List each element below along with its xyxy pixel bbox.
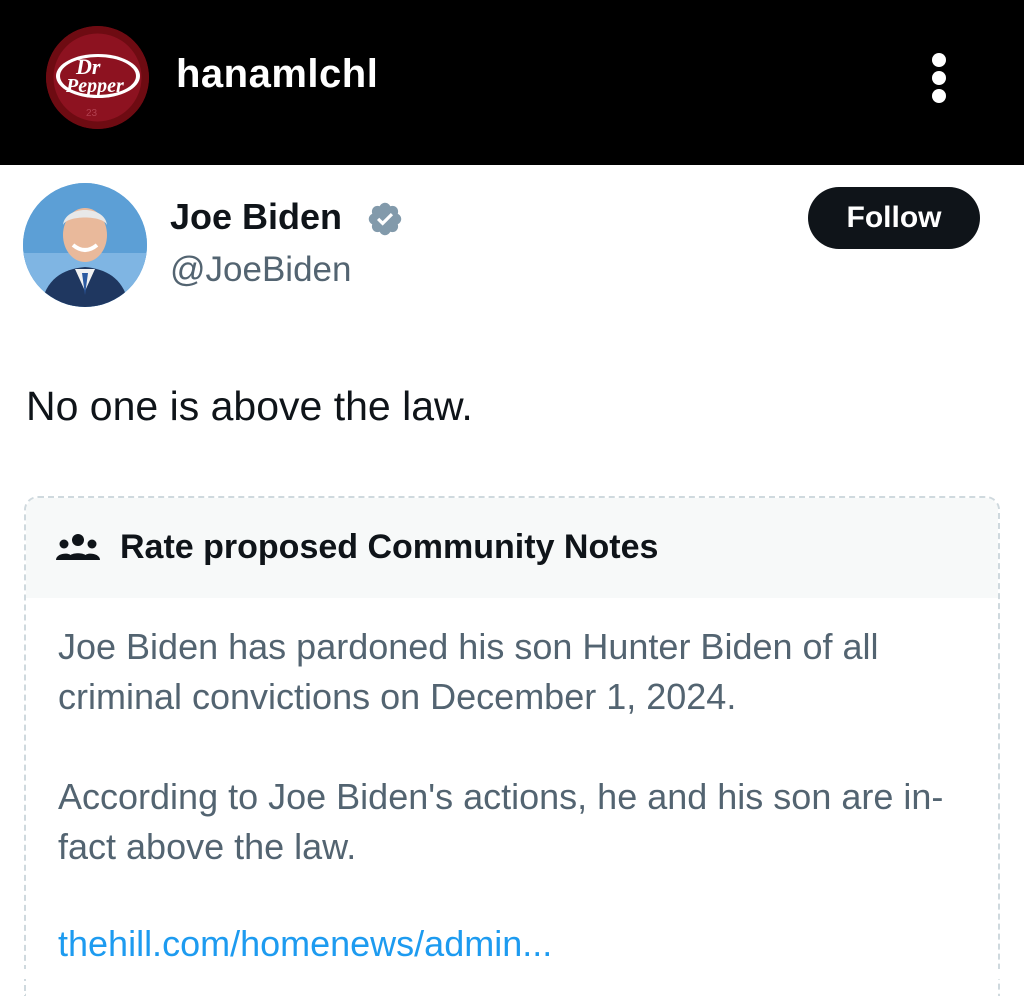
- author-handle[interactable]: @JoeBiden: [170, 250, 351, 290]
- more-vertical-icon[interactable]: [925, 50, 953, 106]
- profile-avatar[interactable]: Dr Pepper 23: [46, 26, 149, 129]
- svg-text:23: 23: [86, 108, 98, 119]
- top-bar: Dr Pepper 23 hanamlchl: [0, 0, 1024, 165]
- community-note-paragraph: According to Joe Biden's actions, he and…: [58, 776, 944, 867]
- author-name[interactable]: Joe Biden: [170, 196, 342, 238]
- community-note-paragraph: Joe Biden has pardoned his son Hunter Bi…: [58, 626, 879, 717]
- author-avatar[interactable]: [23, 183, 147, 307]
- community-note-header[interactable]: Rate proposed Community Notes: [26, 498, 998, 598]
- community-note-card[interactable]: Rate proposed Community Notes Joe Biden …: [24, 496, 1000, 996]
- account-username[interactable]: hanamlchl: [176, 52, 378, 97]
- follow-button[interactable]: Follow: [808, 187, 980, 249]
- bottom-edge: [0, 969, 1024, 979]
- dr-pepper-logo-icon: Dr Pepper 23: [46, 26, 149, 129]
- community-note-title: Rate proposed Community Notes: [120, 528, 659, 566]
- verified-badge-icon: [368, 202, 402, 236]
- people-icon: [56, 534, 100, 560]
- svg-text:Pepper: Pepper: [65, 75, 124, 97]
- author-photo: [23, 183, 147, 307]
- community-note-link[interactable]: thehill.com/homenews/admin...: [58, 923, 552, 965]
- tweet-text: No one is above the law.: [26, 383, 473, 429]
